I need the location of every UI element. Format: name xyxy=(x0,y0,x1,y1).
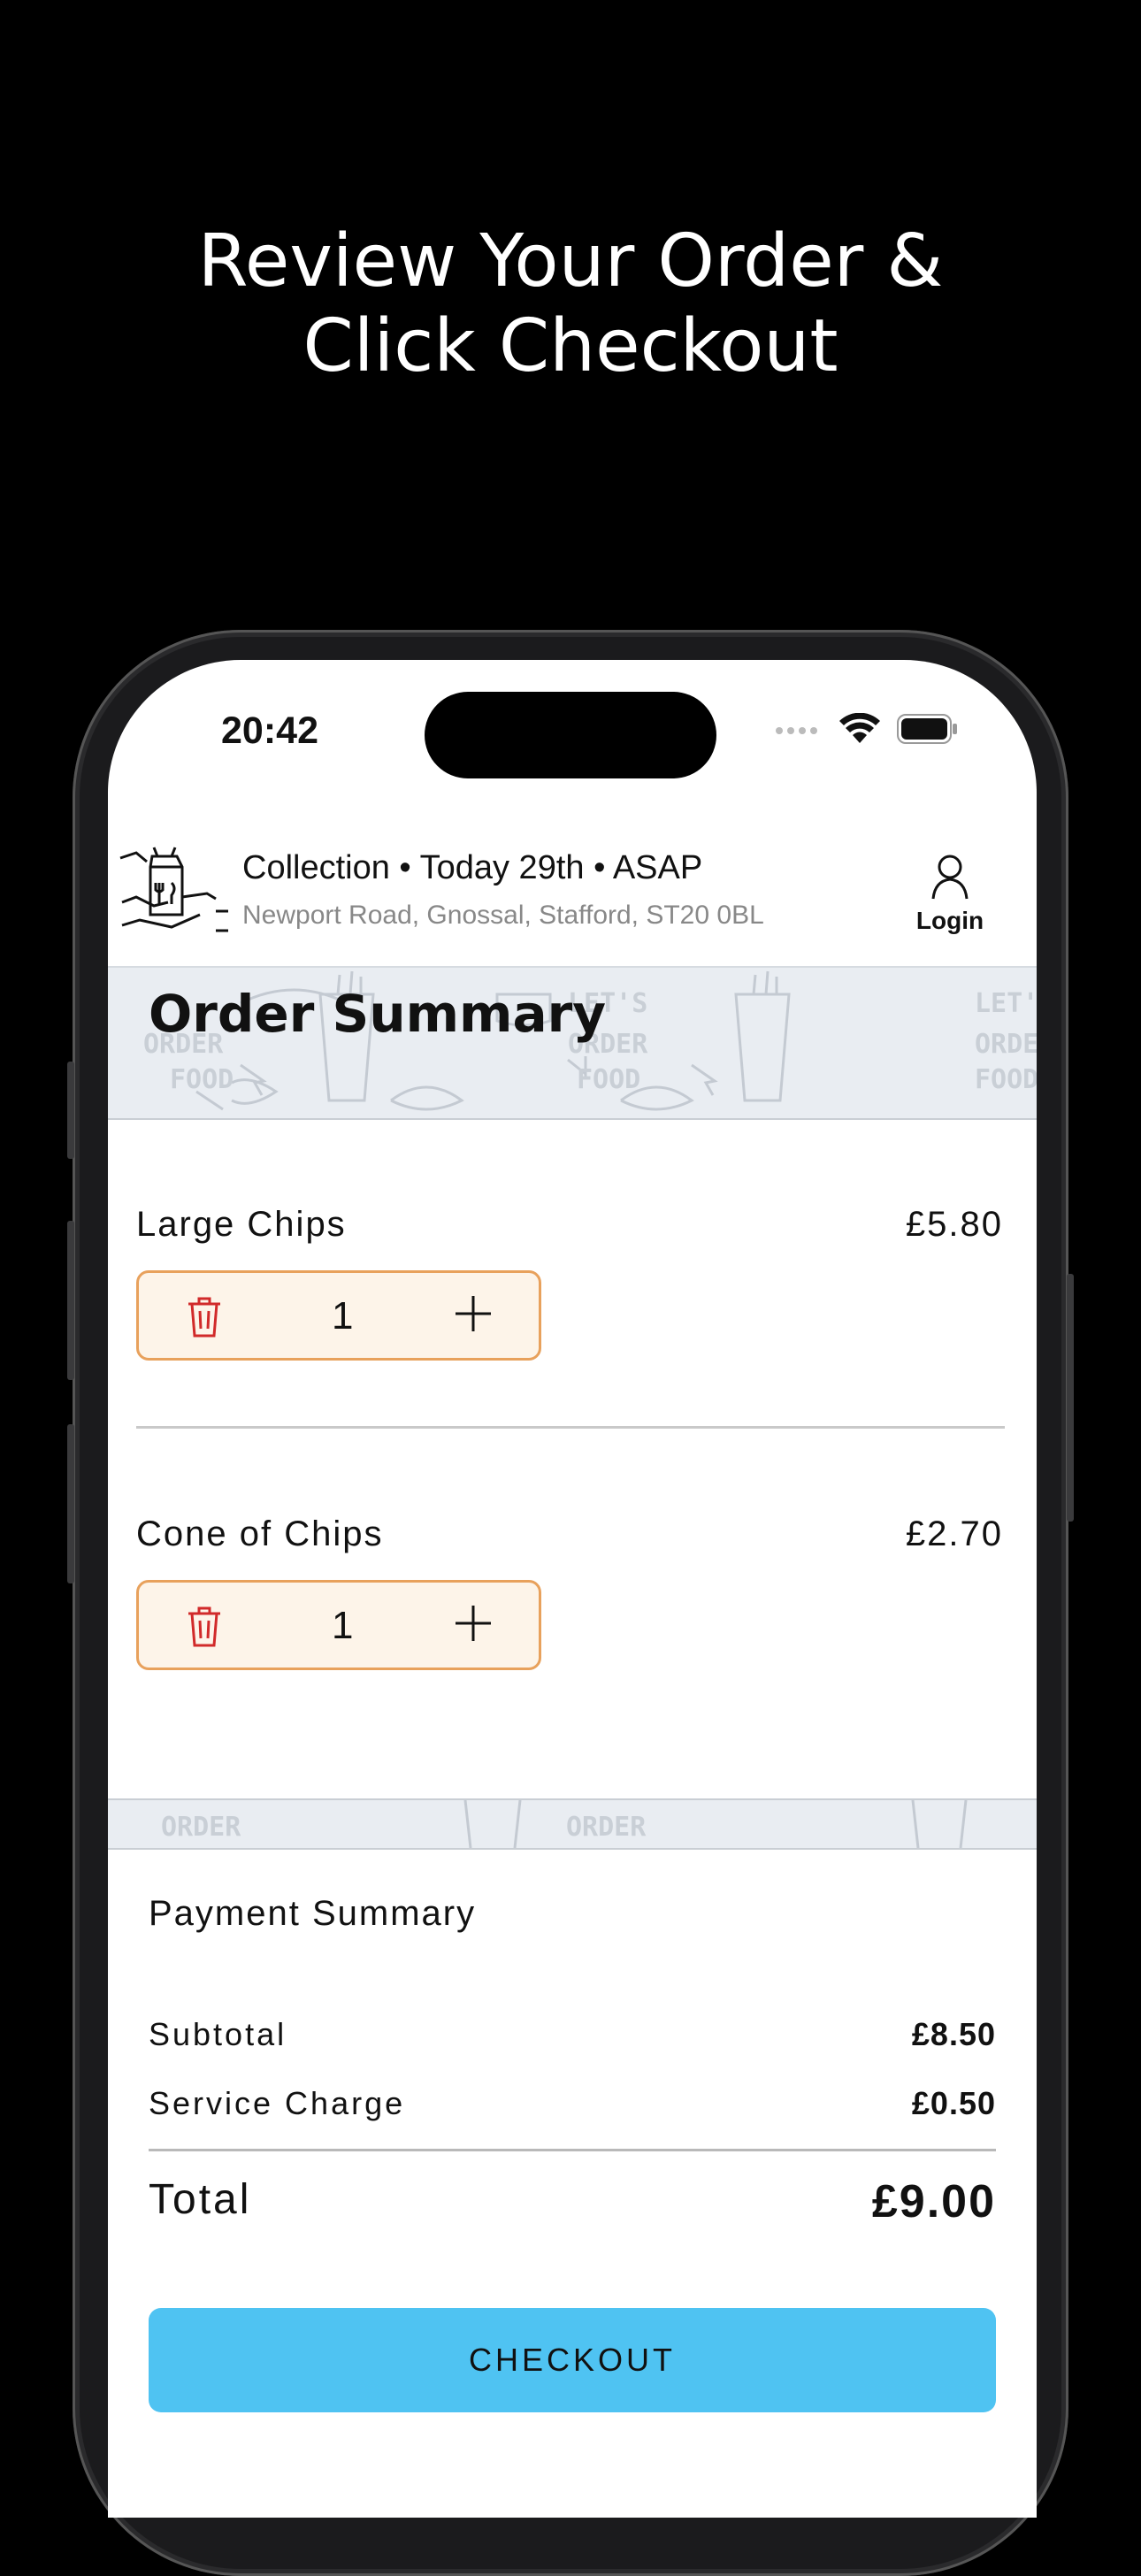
pattern-text: ORDER xyxy=(975,1029,1037,1060)
pattern-text: LET'S xyxy=(975,988,1037,1019)
plus-icon[interactable] xyxy=(452,1602,494,1649)
wifi-icon xyxy=(839,712,881,749)
item-name: Cone of Chips xyxy=(136,1514,384,1553)
app-header: Collection • Today 29th • ASAP Newport R… xyxy=(108,837,1037,968)
user-icon xyxy=(930,855,969,904)
quantity-stepper: 1 xyxy=(136,1270,541,1361)
order-info[interactable]: Collection • Today 29th • ASAP xyxy=(242,849,702,887)
collection-bag-icon xyxy=(119,844,230,940)
status-icons xyxy=(775,712,959,749)
item-price: £5.80 xyxy=(905,1205,1003,1244)
quantity-stepper: 1 xyxy=(136,1580,541,1670)
battery-icon xyxy=(897,714,959,748)
quantity-value: 1 xyxy=(332,1294,354,1338)
pattern-strip: ORDER ORDER xyxy=(108,1798,1037,1850)
list-item: Cone of Chips £2.70 1 xyxy=(108,1428,1037,1737)
checkout-button[interactable]: CHECKOUT xyxy=(149,2308,996,2412)
trash-icon[interactable] xyxy=(187,1606,222,1652)
status-time: 20:42 xyxy=(221,709,318,752)
collection-address: Newport Road, Gnossal, Stafford, ST20 0B… xyxy=(242,901,764,930)
promo-headline: Review Your Order & Click Checkout xyxy=(0,219,1141,389)
item-price: £2.70 xyxy=(905,1514,1003,1553)
pattern-text: FOOD xyxy=(975,1064,1037,1095)
trash-icon[interactable] xyxy=(187,1296,222,1343)
total-label: Total xyxy=(149,2176,252,2223)
plus-icon[interactable] xyxy=(452,1292,494,1339)
food-pattern-illustration: ORDER ORDER xyxy=(161,1800,968,1848)
pattern-text: FOOD xyxy=(577,1064,640,1095)
phone-side-button xyxy=(67,1221,74,1380)
page-title: Order Summary xyxy=(149,984,607,1044)
headline-line-1: Review Your Order & xyxy=(197,219,944,303)
phone-side-button xyxy=(67,1424,74,1583)
service-charge-value: £0.50 xyxy=(911,2085,996,2121)
total-value: £9.00 xyxy=(871,2176,996,2227)
service-charge-label: Service Charge xyxy=(149,2085,406,2121)
login-button[interactable]: Login xyxy=(906,853,994,935)
subtotal-value: £8.50 xyxy=(911,2016,996,2052)
dynamic-island xyxy=(425,692,716,778)
cellular-icon xyxy=(775,723,823,740)
subtotal-row: Subtotal £8.50 xyxy=(149,2016,996,2053)
phone-side-button xyxy=(1067,1274,1074,1522)
order-items-list: Large Chips £5.80 1 Cone of Chips £2.70 … xyxy=(108,1118,1037,1737)
pattern-text: ORDER xyxy=(161,1812,241,1843)
list-item: Large Chips £5.80 1 xyxy=(108,1118,1037,1429)
quantity-value: 1 xyxy=(332,1604,354,1647)
phone-screen: 20:42 Collection • Today 29th • ASAP New… xyxy=(108,660,1037,2518)
pattern-text: ORDER xyxy=(566,1812,647,1843)
phone-side-button xyxy=(67,1062,74,1159)
headline-line-2: Click Checkout xyxy=(302,304,839,388)
payment-summary-title: Payment Summary xyxy=(149,1894,477,1933)
item-name: Large Chips xyxy=(136,1205,347,1244)
order-summary-banner: ORDER FOOD LET'S ORDER FOOD LET'S ORDER … xyxy=(108,966,1037,1120)
payment-divider xyxy=(149,2149,996,2151)
login-label: Login xyxy=(915,907,984,934)
subtotal-label: Subtotal xyxy=(149,2016,287,2052)
pattern-text: FOOD xyxy=(170,1064,234,1095)
service-charge-row: Service Charge £0.50 xyxy=(149,2085,996,2122)
